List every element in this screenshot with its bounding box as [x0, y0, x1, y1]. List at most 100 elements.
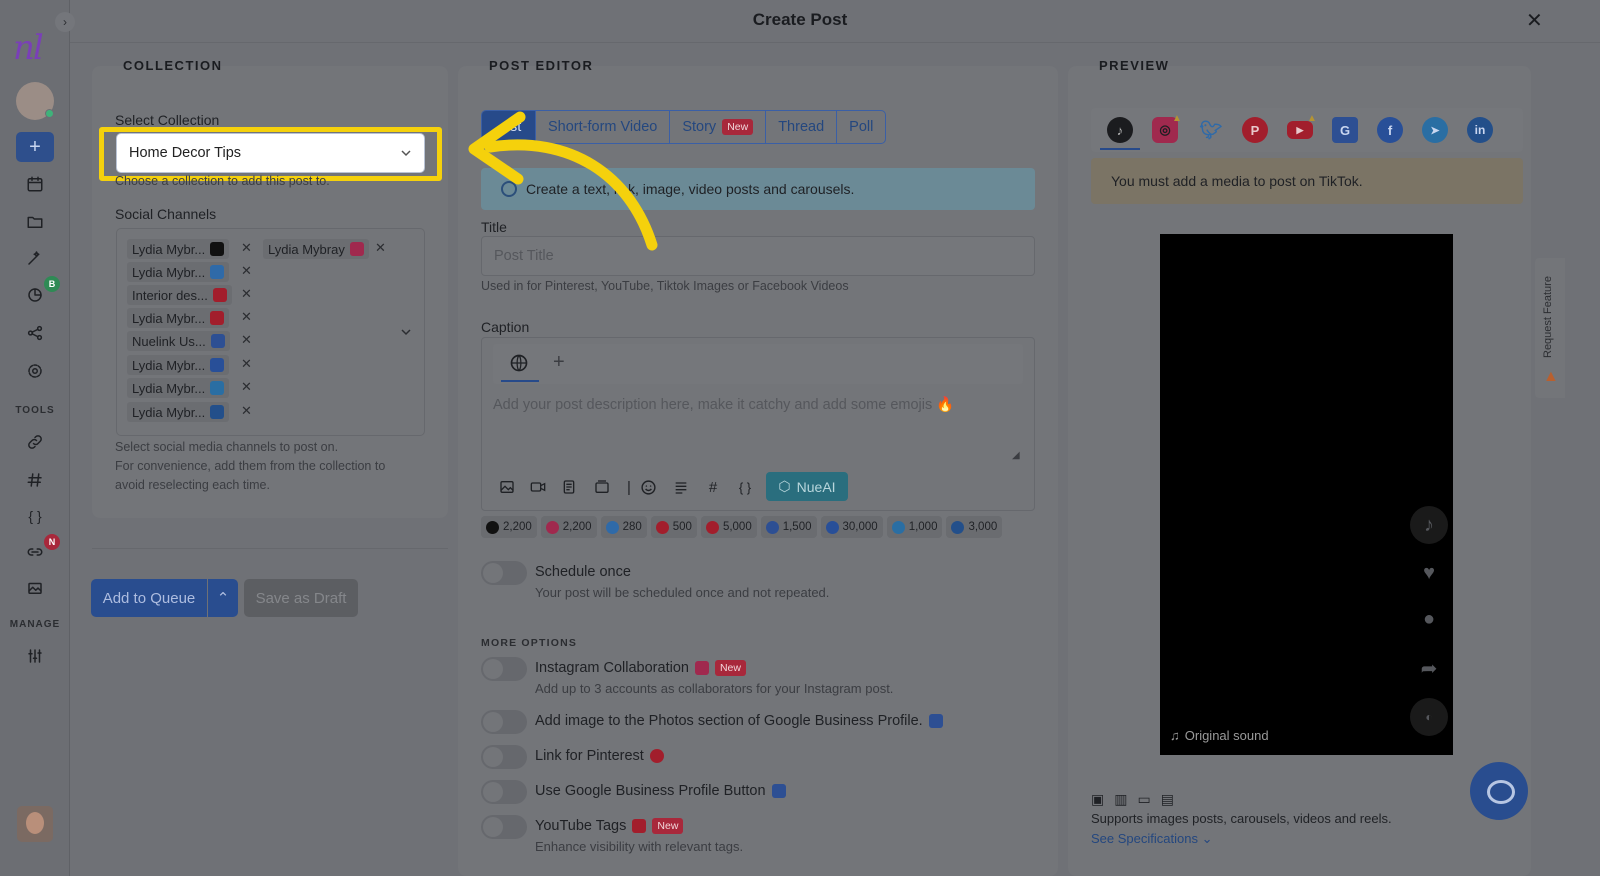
see-specifications-link[interactable]: See Specifications ⌄: [1091, 831, 1212, 847]
resize-handle-icon[interactable]: ◢: [1012, 450, 1020, 461]
channel-chip: Lydia Mybr...: [127, 378, 230, 398]
select-collection-label: Select Collection: [115, 112, 220, 128]
remove-channel-icon[interactable]: ✕: [241, 379, 252, 395]
emoji-icon[interactable]: [636, 476, 660, 498]
user-avatar[interactable]: [17, 806, 53, 842]
pinterest-icon: [212, 288, 227, 302]
facebook-counter: 30,000: [820, 516, 883, 538]
align-text-icon[interactable]: [669, 476, 693, 498]
schedule-once-toggle[interactable]: [481, 561, 527, 585]
document-icon[interactable]: [557, 476, 581, 498]
twitter-icon[interactable]: 🐦︎: [1198, 117, 1224, 143]
tiktok-icon[interactable]: ♪: [1107, 117, 1133, 143]
remove-channel-icon[interactable]: ✕: [375, 240, 386, 256]
channel-chip: Lydia Mybr...: [127, 355, 230, 375]
instagram-collaboration-toggle[interactable]: [481, 657, 527, 681]
instagram-icon: [545, 520, 559, 534]
gbp-photos-label: Add image to the Photos section of Googl…: [535, 713, 943, 729]
save-as-draft-button[interactable]: Save as Draft: [244, 579, 358, 617]
settings-gear-icon[interactable]: [22, 358, 48, 384]
google-business-icon[interactable]: G: [1332, 117, 1358, 143]
music-note-icon: ♫: [1170, 728, 1180, 743]
channel-chip: Lydia Mybr...: [127, 308, 230, 328]
instagram-collaboration-label: Instagram Collaboration New: [535, 660, 746, 676]
tiktok-preview-frame: [1160, 234, 1453, 755]
youtube-icon: [632, 819, 647, 833]
caption-textarea[interactable]: Add your post description here, make it …: [493, 396, 1013, 413]
new-badge: N: [44, 534, 60, 550]
remove-channel-icon[interactable]: ✕: [241, 332, 252, 348]
post-editor-section-title: POST EDITOR: [489, 58, 594, 73]
hashtag-icon[interactable]: [22, 467, 48, 493]
instagram-icon: [694, 661, 709, 675]
image-icon[interactable]: [495, 476, 519, 498]
queue-options-chevron-up-icon[interactable]: ⌃: [208, 579, 238, 617]
add-to-queue-button[interactable]: Add to Queue: [91, 579, 207, 617]
add-language-icon[interactable]: +: [553, 351, 565, 374]
remove-channel-icon[interactable]: ✕: [241, 240, 252, 256]
reel-icon: ▤: [1160, 791, 1174, 807]
telegram-icon[interactable]: ➤: [1422, 117, 1448, 143]
character-counters: 2,200 2,200 280 500 5,000 1,500 30,000 1…: [481, 516, 1003, 538]
support-chat-button[interactable]: [1470, 762, 1528, 820]
remove-channel-icon[interactable]: ✕: [241, 356, 252, 372]
facebook-icon[interactable]: f: [1377, 117, 1403, 143]
globe-icon[interactable]: [509, 353, 529, 373]
remove-channel-icon[interactable]: ✕: [241, 403, 252, 419]
nueai-button[interactable]: ⬡ NueAI: [766, 472, 848, 501]
remove-channel-icon[interactable]: ✕: [241, 309, 252, 325]
hashtag-icon[interactable]: #: [701, 476, 725, 498]
new-badge: New: [722, 119, 754, 135]
remove-channel-icon[interactable]: ✕: [241, 263, 252, 279]
music-disc-icon: ◐: [1410, 698, 1448, 736]
link-icon[interactable]: [22, 429, 48, 455]
channel-chip: Interior des...: [127, 285, 232, 305]
active-network-underline: [1100, 148, 1140, 150]
manage-section-label: MANAGE: [9, 619, 61, 630]
new-badge: New: [652, 818, 684, 834]
share-icon[interactable]: [22, 320, 48, 346]
pinterest-icon[interactable]: P: [1242, 117, 1268, 143]
channel-chip: Lydia Mybr...: [127, 262, 230, 282]
tab-poll[interactable]: Poll: [837, 111, 885, 143]
pinterest-link-toggle[interactable]: [481, 745, 527, 769]
gbp-button-toggle[interactable]: [481, 780, 527, 804]
youtube-tags-toggle[interactable]: [481, 815, 527, 839]
media-library-icon[interactable]: [22, 575, 48, 601]
chevron-down-icon[interactable]: [400, 326, 412, 338]
tab-story[interactable]: Story New: [670, 111, 767, 143]
youtube-icon: [210, 311, 225, 325]
magic-wand-icon[interactable]: [22, 245, 48, 271]
sliders-icon[interactable]: [22, 643, 48, 669]
remove-channel-icon[interactable]: ✕: [241, 286, 252, 302]
header-divider: [70, 42, 1600, 43]
warning-icon: ▲: [1172, 113, 1182, 124]
nuelink-logo: nl: [13, 28, 44, 68]
channel-chip: Nuelink Us...: [127, 331, 230, 351]
collection-section-title: COLLECTION: [123, 58, 223, 73]
gallery-icon[interactable]: [590, 476, 614, 498]
online-status-dot: [45, 109, 54, 118]
social-channels-label: Social Channels: [115, 206, 217, 222]
create-post-button[interactable]: +: [16, 132, 54, 162]
telegram-icon: [210, 381, 225, 395]
gbp-photos-toggle[interactable]: [481, 710, 527, 734]
facebook-icon: [210, 358, 225, 372]
twitter-icon: [605, 520, 619, 534]
active-language-underline: [501, 380, 539, 382]
variables-braces-icon[interactable]: { }: [22, 503, 48, 529]
supported-formats-icons: ▣ ▥ ▭ ▤: [1091, 791, 1174, 808]
folder-icon[interactable]: [22, 209, 48, 235]
telegram-counter: 1,000: [886, 516, 943, 538]
workspace-avatar[interactable]: [16, 82, 54, 120]
tiktok-counter: 2,200: [481, 516, 537, 538]
tab-thread[interactable]: Thread: [766, 111, 838, 143]
schedule-once-help: Your post will be scheduled once and not…: [535, 585, 830, 600]
telegram-icon: [891, 520, 905, 534]
variables-braces-icon[interactable]: { }: [733, 476, 757, 498]
video-icon[interactable]: [526, 476, 550, 498]
calendar-icon[interactable]: [22, 171, 48, 197]
linkedin-icon[interactable]: in: [1467, 117, 1493, 143]
close-icon[interactable]: ✕: [1526, 8, 1543, 33]
channel-chip: Lydia Mybray: [263, 239, 369, 259]
